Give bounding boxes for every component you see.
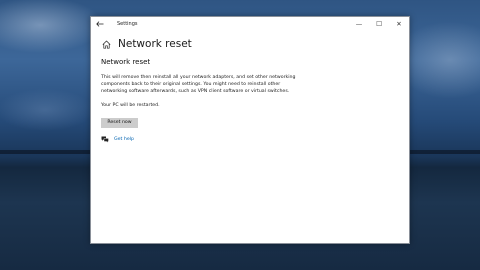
get-help-link[interactable]: Get help [114, 137, 134, 142]
minimize-button[interactable]: — [349, 17, 369, 31]
restart-note: Your PC will be restarted. [101, 103, 160, 108]
get-help-row[interactable]: Get help [101, 135, 296, 143]
title-bar[interactable]: Settings — ☐ ✕ [91, 17, 409, 31]
reset-now-button[interactable]: Reset now [101, 118, 138, 128]
description-text: This will remove then reinstall all your… [101, 75, 296, 94]
page-title: Network reset [118, 38, 192, 50]
main-content: Network reset This will remove then rein… [101, 58, 296, 143]
maximize-button[interactable]: ☐ [369, 17, 389, 31]
settings-window: Settings — ☐ ✕ Network reset Network res… [90, 16, 410, 244]
section-title: Network reset [101, 58, 151, 66]
window-title: Settings [117, 21, 138, 27]
page-header: Network reset [101, 38, 409, 50]
window-controls: — ☐ ✕ [349, 17, 409, 31]
home-icon[interactable] [101, 39, 111, 49]
back-arrow-icon[interactable] [91, 17, 109, 31]
help-chat-icon [101, 135, 109, 143]
close-button[interactable]: ✕ [389, 17, 409, 31]
